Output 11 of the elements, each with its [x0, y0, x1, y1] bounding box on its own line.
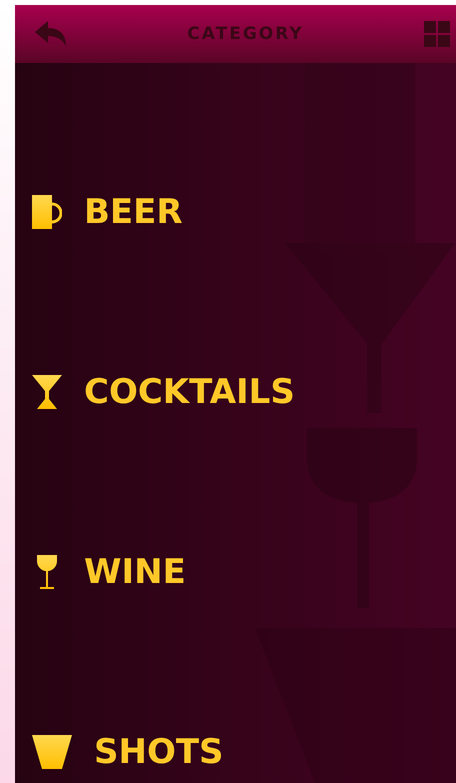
category-button[interactable]: BEER — [15, 192, 183, 232]
category-button[interactable]: WINE — [15, 552, 186, 592]
screen-title: CATEGORY — [187, 24, 304, 44]
category-button[interactable]: SHOTS — [15, 732, 224, 772]
beer-mug-icon — [32, 195, 62, 229]
grid-icon — [424, 21, 450, 47]
back-arrow-icon — [35, 21, 67, 47]
grid-view-button[interactable] — [422, 19, 452, 49]
category-button[interactable]: COCKTAILS — [15, 372, 295, 412]
shot-glass-icon — [32, 735, 72, 769]
cocktail-glass-icon — [32, 375, 62, 409]
